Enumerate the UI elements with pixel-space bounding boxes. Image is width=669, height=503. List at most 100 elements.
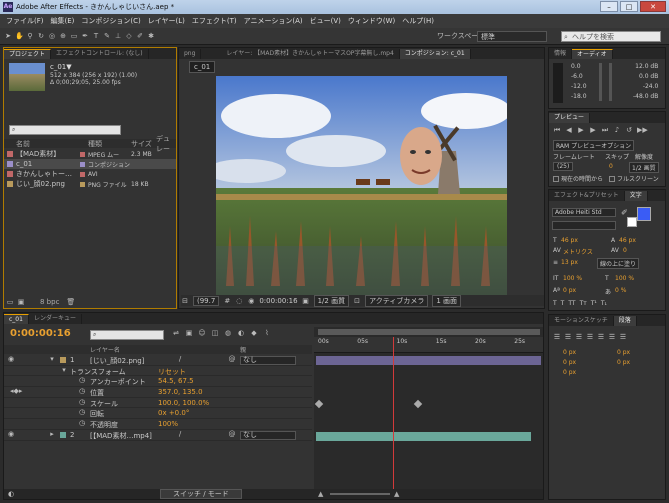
stopwatch-icon[interactable]: ◷: [78, 419, 86, 427]
audio-slider-right[interactable]: [609, 63, 612, 101]
project-item[interactable]: きかんしゃトー… AVI: [4, 169, 176, 179]
font-size-value[interactable]: 46 px: [561, 237, 578, 244]
brush-tool-icon[interactable]: ✎: [103, 32, 111, 40]
h-scale-value[interactable]: 100 %: [615, 275, 634, 282]
menu-layer[interactable]: レイヤー(L): [148, 16, 185, 26]
menu-animation[interactable]: アニメーション(A): [244, 16, 303, 26]
parent-select[interactable]: なし: [240, 356, 296, 365]
font-style-select[interactable]: [552, 221, 616, 230]
label-swatch[interactable]: [60, 431, 66, 438]
tab-info[interactable]: 情報: [549, 49, 573, 59]
tab-footage[interactable]: png: [179, 49, 202, 59]
shy-icon[interactable]: ☺: [198, 329, 206, 337]
indent-right-value[interactable]: 0 px: [617, 349, 630, 356]
toggle-switches-icon[interactable]: ◐: [7, 490, 15, 498]
help-search-input[interactable]: ⌕ ヘルプを検索: [561, 30, 661, 42]
maximize-button[interactable]: □: [620, 1, 638, 12]
camera-select[interactable]: アクティブカメラ: [365, 294, 429, 307]
resolution-select[interactable]: 1/2 画質: [313, 294, 350, 307]
tab-effects-presets[interactable]: エフェクト&プリセット: [549, 191, 625, 201]
from-current-checkbox[interactable]: 現在の時間から フルスクリーン: [553, 174, 659, 183]
justify-center-icon[interactable]: ☰: [597, 333, 605, 341]
frame-blend-icon[interactable]: ◫: [211, 329, 219, 337]
next-frame-icon[interactable]: ▶: [589, 126, 597, 134]
project-item[interactable]: c_01 コンポジション: [4, 159, 176, 169]
loop-icon[interactable]: ↺: [625, 126, 633, 134]
property-row[interactable]: ◷ スケール 100.0, 100.0%: [4, 398, 312, 409]
pen-tool-icon[interactable]: ✒: [81, 32, 89, 40]
camera-snapshot-icon[interactable]: ▣: [302, 297, 310, 305]
twirl-icon[interactable]: ▾: [60, 366, 68, 374]
baseline-value[interactable]: 0 px: [563, 287, 576, 294]
snapshot-icon[interactable]: ◉: [247, 297, 255, 305]
col-name[interactable]: 名前: [16, 139, 30, 149]
type-tool-icon[interactable]: T: [92, 32, 100, 40]
trash-icon[interactable]: 🗑: [66, 298, 75, 306]
zoom-tool-icon[interactable]: ⚲: [26, 32, 34, 40]
zoom-select[interactable]: (99.7: [193, 295, 220, 306]
tab-paragraph[interactable]: 段落: [613, 316, 637, 326]
space-before-value[interactable]: 0 px: [617, 359, 630, 366]
subscript-button[interactable]: T₁: [601, 300, 607, 307]
project-item[interactable]: じい_顔02.png PNG ファイル 18 KB: [4, 179, 176, 189]
tab-layer[interactable]: レイヤー: 【MAD素材】きかんしゃトーマスOP字幕無し.mp4: [221, 49, 400, 59]
stopwatch-icon[interactable]: ◷: [78, 398, 86, 406]
stroke-color-swatch[interactable]: [627, 217, 637, 227]
stopwatch-icon[interactable]: ◷: [78, 408, 86, 416]
twirl-icon[interactable]: ▾: [48, 355, 56, 363]
property-row[interactable]: ◷ 不透明度 100%: [4, 419, 312, 430]
first-frame-icon[interactable]: ⏮: [553, 126, 561, 134]
res-select[interactable]: 1/2 画質: [629, 162, 659, 173]
viewer-timecode[interactable]: 0:00:00:16: [259, 297, 297, 305]
twirl-icon[interactable]: ▸: [48, 430, 56, 438]
justify-all-icon[interactable]: ☰: [619, 333, 627, 341]
grid-icon[interactable]: #: [223, 297, 231, 305]
fps-select[interactable]: (25): [553, 162, 574, 171]
layer-name[interactable]: [じい_顔02.png]: [90, 356, 144, 366]
property-value[interactable]: 100.0, 100.0%: [158, 399, 209, 407]
tab-audio[interactable]: オーディオ: [572, 49, 613, 59]
property-row[interactable]: ◂◆▸ ◷ 位置 357.0, 135.0: [4, 387, 312, 398]
tab-composition[interactable]: コンポジション: c_01: [399, 49, 471, 59]
pen-switch-icon[interactable]: /: [176, 355, 184, 363]
justify-left-icon[interactable]: ☰: [586, 333, 594, 341]
folder-icon[interactable]: ▭: [6, 298, 14, 306]
last-frame-icon[interactable]: ⏭: [601, 126, 609, 134]
clone-stamp-tool-icon[interactable]: ⊥: [114, 32, 122, 40]
roto-brush-tool-icon[interactable]: ✐: [136, 32, 144, 40]
layer-name[interactable]: [【MAD素材…mp4]: [90, 431, 152, 441]
zoom-in-icon[interactable]: ▲: [394, 490, 399, 498]
new-comp-icon[interactable]: ▣: [17, 298, 25, 306]
comp-chip[interactable]: c_01: [189, 61, 216, 73]
current-time-indicator[interactable]: [393, 337, 395, 493]
eraser-tool-icon[interactable]: ◇: [125, 32, 133, 40]
layer-2-bar[interactable]: [316, 432, 531, 441]
skip-value[interactable]: 0: [609, 163, 613, 170]
align-right-icon[interactable]: ☰: [575, 333, 583, 341]
time-ruler[interactable]: 00s 05s 10s 15s 20s 25s: [314, 337, 543, 353]
all-caps-button[interactable]: TT: [568, 300, 575, 307]
project-item[interactable]: 【MAD素材】 MPEG ムー 2.3 MB: [4, 149, 176, 159]
font-select[interactable]: Adobe Heiti Std: [552, 208, 616, 217]
play-icon[interactable]: ▶: [577, 126, 585, 134]
layer-row[interactable]: ◉ ▸ 2 [【MAD素材…mp4] / @ なし: [4, 430, 312, 441]
menu-view[interactable]: ビュー(V): [310, 16, 341, 26]
align-left-icon[interactable]: ☰: [553, 333, 561, 341]
leading-value[interactable]: 46 px: [619, 237, 636, 244]
pickwhip-icon[interactable]: @: [228, 430, 236, 438]
label-swatch[interactable]: [60, 357, 66, 363]
rotate-tool-icon[interactable]: ↻: [37, 32, 45, 40]
property-value[interactable]: 357.0, 135.0: [158, 388, 203, 396]
menu-composition[interactable]: コンポジション(C): [81, 16, 140, 26]
faux-bold-button[interactable]: T: [553, 300, 557, 307]
mask-icon[interactable]: ◌: [235, 297, 243, 305]
stopwatch-icon[interactable]: ◷: [78, 376, 86, 384]
layer-1-bar[interactable]: [316, 356, 541, 365]
brainstorm-icon[interactable]: ◐: [237, 329, 245, 337]
stroke-width-value[interactable]: 13 px: [561, 259, 578, 266]
ram-options-select[interactable]: RAM プレビューオプション: [553, 140, 635, 151]
motion-blur-icon[interactable]: ◍: [224, 329, 232, 337]
property-value[interactable]: 100%: [158, 420, 178, 428]
zoom-slider[interactable]: [330, 493, 390, 495]
col-layer-name[interactable]: レイヤー名: [90, 345, 120, 354]
